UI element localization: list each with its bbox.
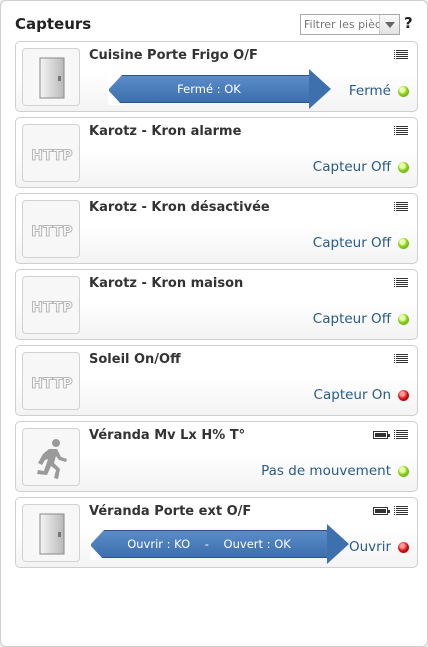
battery-icon	[373, 431, 390, 439]
sensor-name: Véranda Mv Lx H% T°	[89, 428, 246, 443]
http-icon: HTTP	[22, 124, 80, 182]
status-indicator-icon	[398, 238, 409, 249]
menu-icon[interactable]	[394, 430, 408, 439]
menu-icon[interactable]	[394, 126, 408, 135]
menu-icon[interactable]	[394, 506, 408, 515]
running-person-icon	[22, 428, 80, 486]
annotation-arrow: Fermé : OK	[108, 69, 331, 109]
status-indicator-icon	[398, 162, 409, 173]
sensor-status: Pas de mouvement	[261, 463, 391, 479]
sensor-status: Capteur Off	[312, 311, 391, 327]
sensor-status: Fermé	[348, 83, 391, 99]
menu-icon[interactable]	[394, 50, 408, 59]
sensor-status: Capteur Off	[312, 159, 391, 175]
sensor-name: Karotz - Kron alarme	[89, 124, 242, 139]
sensor-status: Ouvrir	[348, 539, 391, 555]
door-icon	[22, 48, 80, 106]
sensor-name: Cuisine Porte Frigo O/F	[89, 48, 258, 63]
http-icon: HTTP	[22, 352, 80, 410]
sensor-card[interactable]: HTTP Karotz - Kron désactivée Capteur Of…	[15, 193, 418, 264]
http-icon: HTTP	[22, 276, 80, 334]
status-indicator-icon	[398, 466, 409, 477]
annotation-label: Ouvrir : KO - Ouvert : OK	[127, 537, 291, 551]
sensor-card[interactable]: HTTP Karotz - Kron maison Capteur Off	[15, 269, 418, 340]
status-indicator-icon	[398, 314, 409, 325]
help-icon[interactable]: ?	[404, 14, 413, 32]
http-icon-text: HTTP	[31, 148, 72, 164]
door-icon	[22, 504, 80, 562]
battery-icon	[373, 507, 390, 515]
sensor-name: Véranda Porte ext O/F	[89, 504, 252, 519]
sensor-name: Soleil On/Off	[89, 352, 181, 367]
sensor-name: Karotz - Kron maison	[89, 276, 244, 291]
http-icon-text: HTTP	[31, 224, 72, 240]
panel-title: Capteurs	[15, 15, 92, 33]
sensor-card[interactable]: HTTP Karotz - Kron alarme Capteur Off	[15, 117, 418, 188]
http-icon: HTTP	[22, 200, 80, 258]
sensor-status: Capteur Off	[312, 235, 391, 251]
sensor-status: Capteur On	[313, 387, 391, 403]
annotation-arrow: Ouvrir : KO - Ouvert : OK	[90, 524, 349, 564]
menu-icon[interactable]	[394, 202, 408, 211]
sensor-card[interactable]: Véranda Mv Lx H% T° Pas de mouvement	[15, 421, 418, 492]
http-icon-text: HTTP	[31, 300, 72, 316]
sensor-name: Karotz - Kron désactivée	[89, 200, 270, 215]
status-indicator-icon	[398, 542, 409, 553]
room-filter[interactable]	[300, 14, 400, 35]
annotation-label: Fermé : OK	[177, 82, 241, 96]
chevron-down-icon[interactable]	[379, 15, 399, 34]
menu-icon[interactable]	[394, 278, 408, 287]
status-indicator-icon	[398, 390, 409, 401]
sensors-panel: Capteurs ? Cuisine Porte Frigo O/F Fermé…	[0, 0, 428, 647]
room-filter-input[interactable]	[301, 15, 379, 34]
status-indicator-icon	[398, 86, 409, 97]
sensor-card[interactable]: HTTP Soleil On/Off Capteur On	[15, 345, 418, 416]
http-icon-text: HTTP	[31, 376, 72, 392]
menu-icon[interactable]	[394, 354, 408, 363]
